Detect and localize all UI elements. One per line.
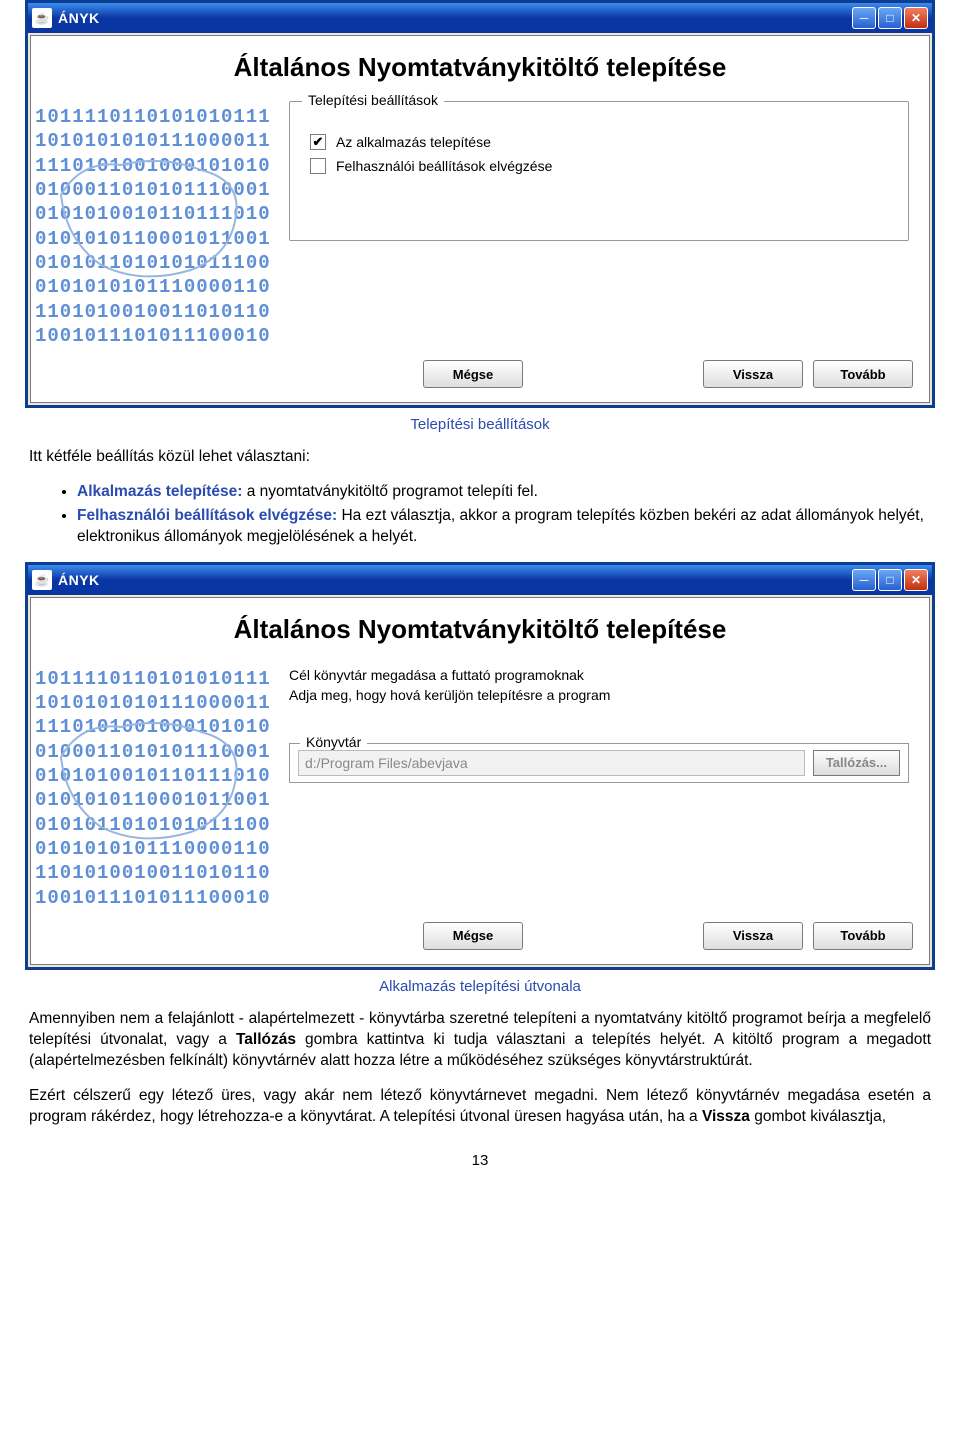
li2-label: Felhasználói beállítások elvégzése:	[77, 507, 337, 524]
installer-heading: Általános Nyomtatványkitöltő telepítése	[31, 36, 929, 101]
installer-window-path: ☕ ÁNYK ─ □ ✕ Általános Nyomtatványkitölt…	[25, 562, 935, 970]
p2-1: Amennyiben nem a felajánlott - alapértel…	[29, 1009, 931, 1072]
sidebar-graphic: 1011110110101010111 1010101010111000011 …	[31, 101, 269, 348]
directory-legend: Könyvtár	[300, 734, 367, 750]
p2-2: Ezért célszerű egy létező üres, vagy aká…	[29, 1086, 931, 1128]
hungary-map-icon	[51, 145, 251, 285]
next-button[interactable]: Tovább	[813, 360, 913, 388]
titlebar: ☕ ÁNYK ─ □ ✕	[28, 3, 932, 33]
content-pane: Telepítési beállítások ✔ Az alkalmazás t…	[269, 101, 929, 348]
list-item: Alkalmazás telepítése: a nyomtatványkitö…	[77, 482, 931, 503]
p1-bold: Tallózás	[236, 1031, 296, 1048]
maximize-button[interactable]: □	[878, 569, 902, 591]
installer-window-settings: ☕ ÁNYK ─ □ ✕ Általános Nyomtatványkitölt…	[25, 0, 935, 408]
li1-rest: a nyomtatványkitöltő programot telepíti …	[242, 483, 538, 500]
cancel-button[interactable]: Mégse	[423, 922, 523, 950]
directory-input[interactable]	[298, 750, 805, 776]
checkbox-user-settings-row: Felhasználói beállítások elvégzése	[310, 158, 888, 174]
figure-caption-2: Alkalmazás telepítési útvonala	[25, 978, 935, 995]
hungary-map-icon	[51, 707, 251, 847]
p2b: gombot kiválasztja,	[750, 1108, 886, 1125]
window-controls: ─ □ ✕	[852, 7, 928, 29]
java-icon: ☕	[32, 8, 52, 28]
content-pane: Cél könyvtár megadása a futtató programo…	[269, 663, 929, 910]
window-controls: ─ □ ✕	[852, 569, 928, 591]
button-bar: Mégse Vissza Tovább	[31, 348, 929, 402]
minimize-button[interactable]: ─	[852, 569, 876, 591]
button-bar: Mégse Vissza Tovább	[31, 910, 929, 964]
back-button[interactable]: Vissza	[703, 360, 803, 388]
checkbox-install-app-row: ✔ Az alkalmazás telepítése	[310, 134, 888, 150]
figure-caption-1: Telepítési beállítások	[25, 416, 935, 433]
directory-fieldset: Könyvtár Tallózás...	[289, 743, 909, 783]
close-button[interactable]: ✕	[904, 7, 928, 29]
back-button[interactable]: Vissza	[703, 922, 803, 950]
titlebar: ☕ ÁNYK ─ □ ✕	[28, 565, 932, 595]
checkbox-install-app[interactable]: ✔	[310, 134, 326, 150]
minimize-button[interactable]: ─	[852, 7, 876, 29]
installer-heading: Általános Nyomtatványkitöltő telepítése	[31, 598, 929, 663]
installer-body: Általános Nyomtatványkitöltő telepítése …	[30, 597, 930, 965]
browse-button[interactable]: Tallózás...	[813, 750, 900, 776]
p2-bold: Vissza	[702, 1108, 750, 1125]
desc-line-1: Cél könyvtár megadása a futtató programo…	[289, 667, 909, 683]
page-number: 13	[25, 1152, 935, 1169]
settings-list: Alkalmazás telepítése: a nyomtatványkitö…	[77, 482, 931, 548]
sidebar-graphic: 1011110110101010111 1010101010111000011 …	[31, 663, 269, 910]
cancel-button[interactable]: Mégse	[423, 360, 523, 388]
next-button[interactable]: Tovább	[813, 922, 913, 950]
doc-paragraph-1: Itt kétféle beállítás közül lehet válasz…	[29, 447, 931, 548]
checkbox-install-app-label: Az alkalmazás telepítése	[336, 134, 491, 150]
fieldset-legend: Telepítési beállítások	[302, 92, 444, 108]
list-item: Felhasználói beállítások elvégzése: Ha e…	[77, 506, 931, 548]
window-title: ÁNYK	[58, 10, 852, 26]
window-title: ÁNYK	[58, 572, 852, 588]
doc-paragraph-2: Amennyiben nem a felajánlott - alapértel…	[29, 1009, 931, 1128]
installer-body: Általános Nyomtatványkitöltő telepítése …	[30, 35, 930, 403]
li1-label: Alkalmazás telepítése:	[77, 483, 242, 500]
close-button[interactable]: ✕	[904, 569, 928, 591]
intro-line: Itt kétféle beállítás közül lehet válasz…	[29, 447, 931, 468]
desc-line-2: Adja meg, hogy hová kerüljön telepítésre…	[289, 687, 909, 703]
java-icon: ☕	[32, 570, 52, 590]
maximize-button[interactable]: □	[878, 7, 902, 29]
checkbox-user-settings-label: Felhasználói beállítások elvégzése	[336, 158, 552, 174]
checkbox-user-settings[interactable]	[310, 158, 326, 174]
settings-fieldset: Telepítési beállítások ✔ Az alkalmazás t…	[289, 101, 909, 241]
